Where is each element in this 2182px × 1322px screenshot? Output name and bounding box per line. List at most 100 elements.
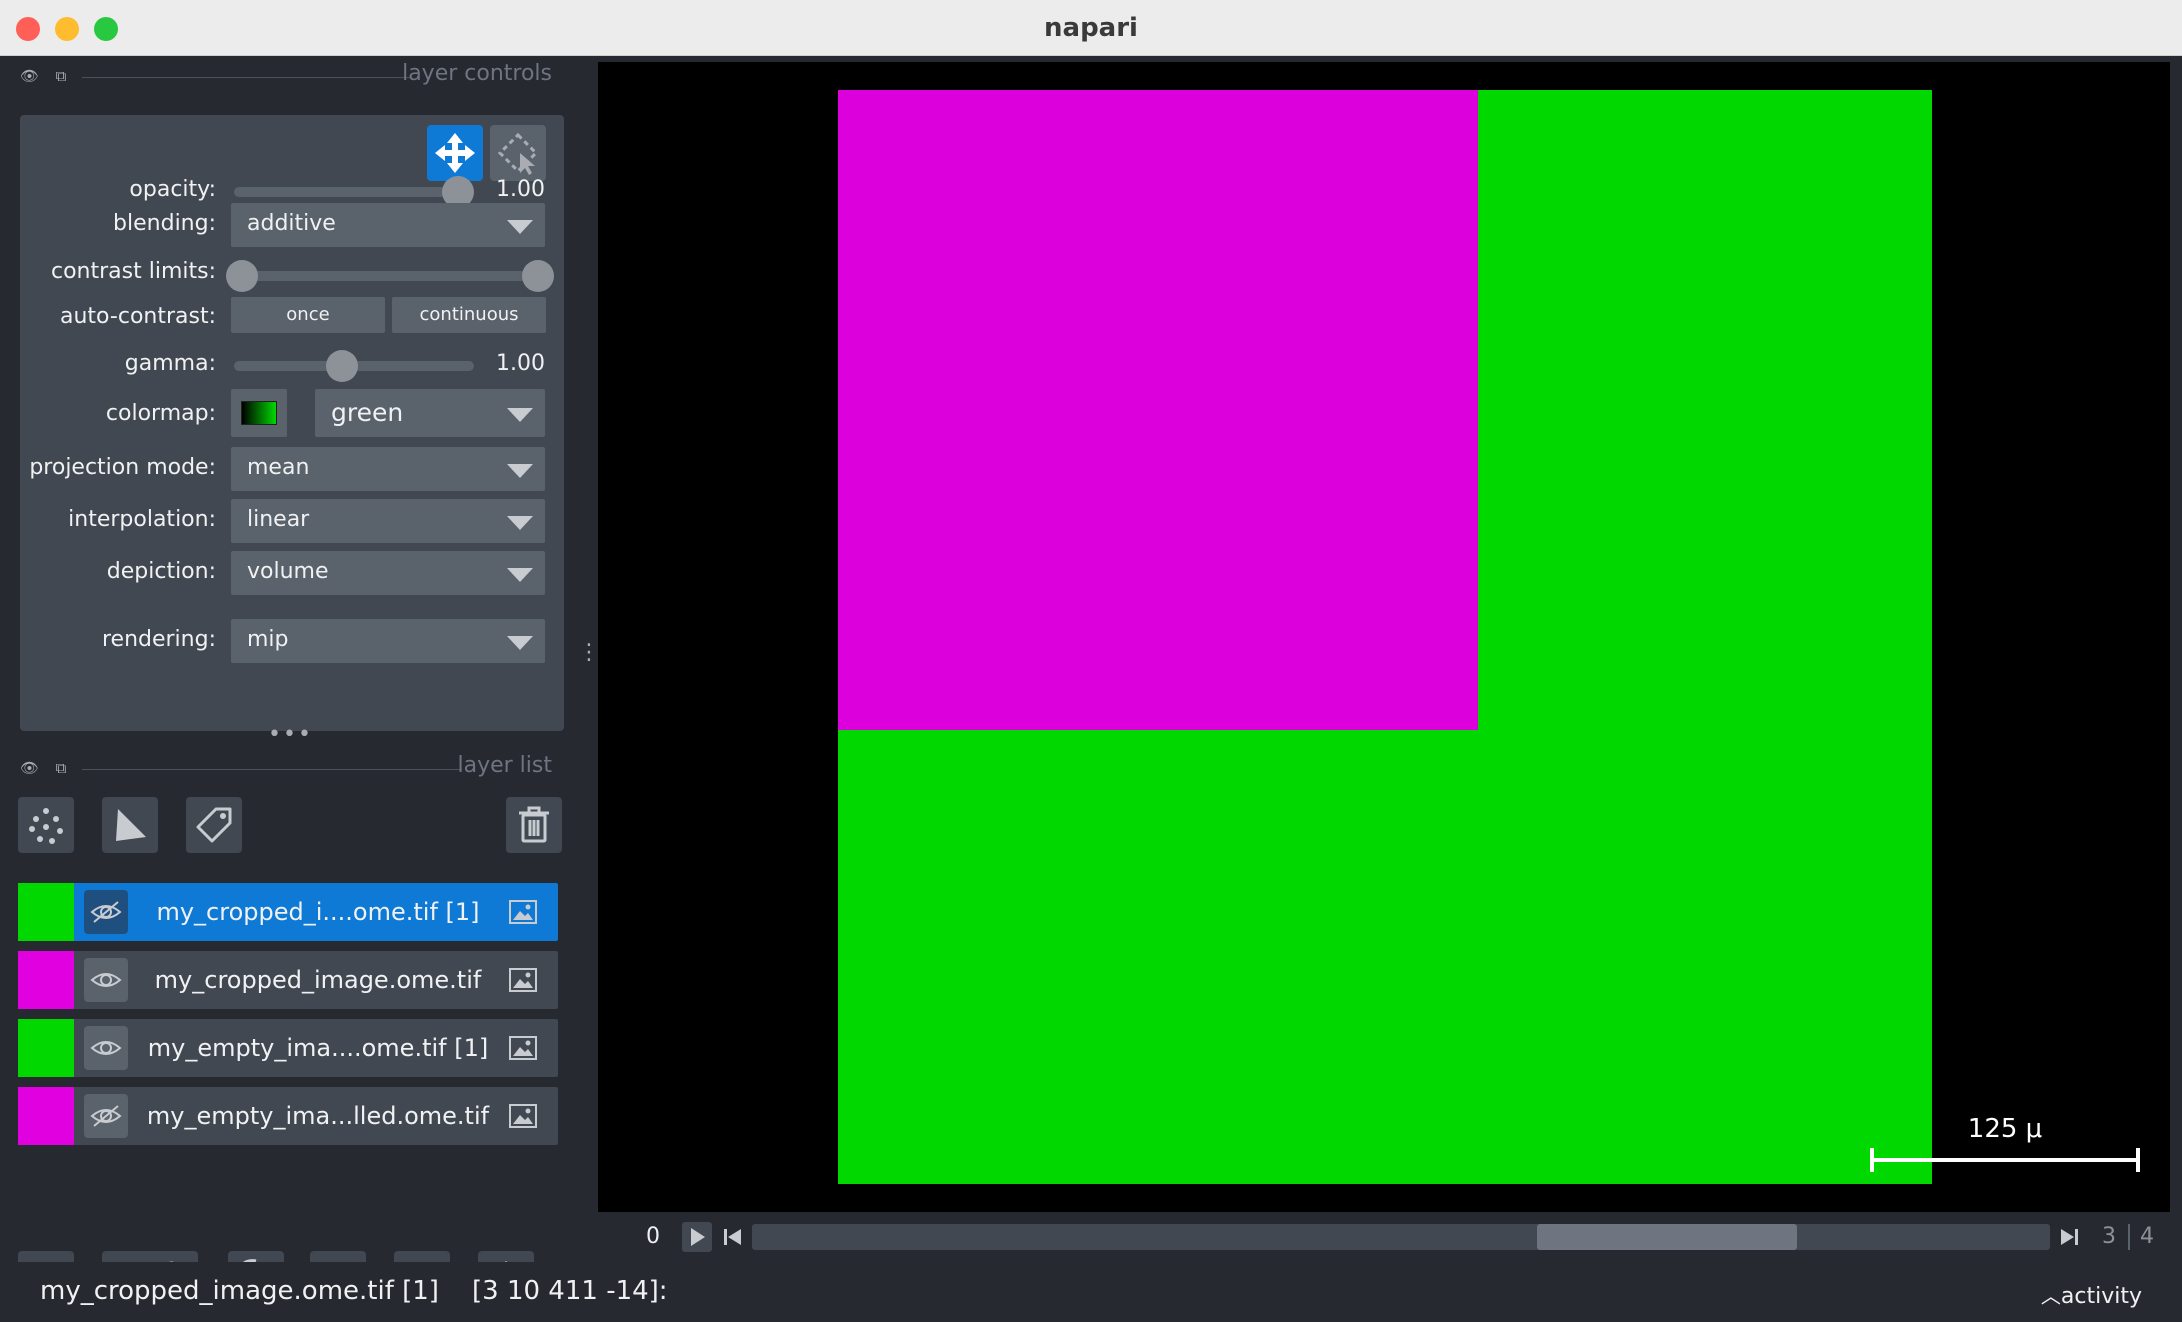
eye-icon [90, 973, 122, 987]
layer-row[interactable]: my_empty_ima...lled.ome.tif [18, 1087, 558, 1145]
status-text: my_cropped_image.ome.tif [1] [3 10 411 -… [40, 1276, 668, 1306]
auto-contrast-continuous-button[interactable]: continuous [392, 297, 546, 333]
layer-list-title: layer list [457, 753, 553, 778]
select-cursor-icon [497, 132, 539, 175]
viewer-canvas[interactable]: 125 μ [598, 62, 2170, 1212]
dims-slider-bar: 0 3 4 [598, 1214, 2170, 1260]
gamma-value: 1.00 [496, 351, 545, 376]
projection-mode-dropdown[interactable]: mean [231, 447, 545, 491]
play-icon [691, 1228, 705, 1246]
header-divider [82, 77, 412, 78]
image-layer-icon [508, 1103, 538, 1129]
current-frame-value: 0 [646, 1224, 660, 1249]
delete-layer-button[interactable] [506, 797, 562, 853]
points-icon [29, 808, 63, 844]
step-forward-button[interactable] [2056, 1222, 2082, 1252]
new-labels-layer-button[interactable] [186, 797, 242, 853]
chevron-down-icon [507, 636, 533, 650]
colormap-dropdown[interactable]: green [315, 389, 545, 437]
contrast-limits-label: contrast limits: [51, 259, 216, 284]
float-panel-icon[interactable]: ⧉ [52, 759, 70, 777]
auto-contrast-once-button[interactable]: once [231, 297, 385, 333]
colormap-value: green [331, 398, 404, 427]
transform-button[interactable] [427, 125, 483, 181]
skip-back-icon [724, 1229, 741, 1245]
layer-thumbnail [18, 951, 74, 1009]
contrast-high-handle[interactable] [522, 260, 554, 292]
layer-name: my_cropped_image.ome.tif [154, 966, 482, 994]
move-arrows-icon [435, 133, 475, 173]
gamma-slider-handle[interactable] [326, 350, 358, 382]
play-button[interactable] [682, 1222, 712, 1252]
activity-button[interactable]: ︿activity [2041, 1280, 2142, 1309]
layer-controls-box: opacity: 1.00 blending: additive contras… [20, 115, 564, 731]
blending-value: additive [247, 211, 336, 236]
gamma-slider[interactable] [234, 350, 474, 382]
layer-row[interactable]: my_cropped_image.ome.tif [18, 951, 558, 1009]
interpolation-value: linear [247, 507, 310, 532]
chevron-down-icon [507, 464, 533, 478]
depiction-dropdown[interactable]: volume [231, 551, 545, 595]
layer-controls-header: 👁 ⧉ layer controls [20, 57, 560, 97]
gamma-label: gamma: [124, 351, 216, 376]
projection-mode-label: projection mode: [29, 455, 216, 480]
colormap-gradient-icon [241, 401, 277, 425]
layer-visibility-toggle[interactable] [84, 1094, 128, 1138]
opacity-value: 1.00 [496, 177, 545, 202]
layer-list-header: 👁 ⧉ layer list [20, 749, 560, 789]
layer-name: my_cropped_i....ome.tif [1] [156, 898, 480, 926]
eye-toggle-icon[interactable]: 👁 [20, 67, 39, 85]
shapes-icon [116, 809, 146, 841]
dock-splitter-handle[interactable]: ⋮ [578, 640, 600, 680]
layer-visibility-toggle[interactable] [84, 1026, 128, 1070]
magenta-image-layer [838, 90, 1478, 730]
eye-off-icon [90, 1105, 122, 1127]
trash-icon [519, 806, 549, 843]
chevron-down-icon [507, 408, 533, 422]
blending-label: blending: [113, 211, 216, 236]
layer-controls-title: layer controls [402, 61, 552, 86]
layer-row[interactable]: my_cropped_i....ome.tif [1] [18, 883, 558, 941]
eye-toggle-icon[interactable]: 👁 [20, 759, 39, 777]
header-divider [82, 769, 462, 770]
image-layer-icon [508, 899, 538, 925]
colormap-label: colormap: [105, 401, 216, 426]
opacity-slider[interactable] [234, 176, 474, 208]
contrast-low-handle[interactable] [226, 260, 258, 292]
colormap-swatch-button[interactable] [231, 389, 287, 437]
title-bar: napari [0, 0, 2182, 56]
scale-bar-left-tick [1870, 1148, 1874, 1172]
auto-contrast-label: auto-contrast: [59, 304, 216, 329]
depiction-label: depiction: [106, 559, 216, 584]
eye-icon [90, 1041, 122, 1055]
skip-forward-icon [2061, 1229, 2078, 1245]
layer-name: my_empty_ima....ome.tif [1] [147, 1034, 489, 1062]
step-back-button[interactable] [720, 1222, 746, 1252]
layer-row[interactable]: my_empty_ima....ome.tif [1] [18, 1019, 558, 1077]
contrast-limits-slider[interactable] [226, 260, 554, 292]
float-panel-icon[interactable]: ⧉ [52, 67, 70, 85]
new-points-layer-button[interactable] [18, 797, 74, 853]
eye-off-icon [90, 901, 122, 923]
dims-slider-track[interactable] [752, 1224, 2050, 1250]
chevron-down-icon [507, 568, 533, 582]
interpolation-dropdown[interactable]: linear [231, 499, 545, 543]
scale-bar [1870, 1158, 2140, 1162]
blending-dropdown[interactable]: additive [231, 203, 545, 247]
layer-visibility-toggle[interactable] [84, 958, 128, 1002]
scale-bar-label: 125 μ [1967, 1114, 2043, 1144]
image-layer-icon [508, 1035, 538, 1061]
status-bar: my_cropped_image.ome.tif [1] [3 10 411 -… [0, 1262, 2182, 1322]
dims-slider-thumb[interactable] [1537, 1224, 1797, 1250]
axis-divider [2128, 1224, 2130, 1250]
chevron-down-icon [507, 220, 533, 234]
layer-visibility-toggle[interactable] [84, 890, 128, 934]
image-layer-icon [508, 967, 538, 993]
window-title: napari [1044, 13, 1138, 43]
new-shapes-layer-button[interactable] [102, 797, 158, 853]
select-button[interactable] [490, 125, 546, 181]
panel-splitter-handle[interactable]: ••• [268, 722, 311, 747]
rendering-dropdown[interactable]: mip [231, 619, 545, 663]
axis-index-a: 3 [2102, 1224, 2116, 1249]
activity-label: activity [2060, 1284, 2142, 1309]
